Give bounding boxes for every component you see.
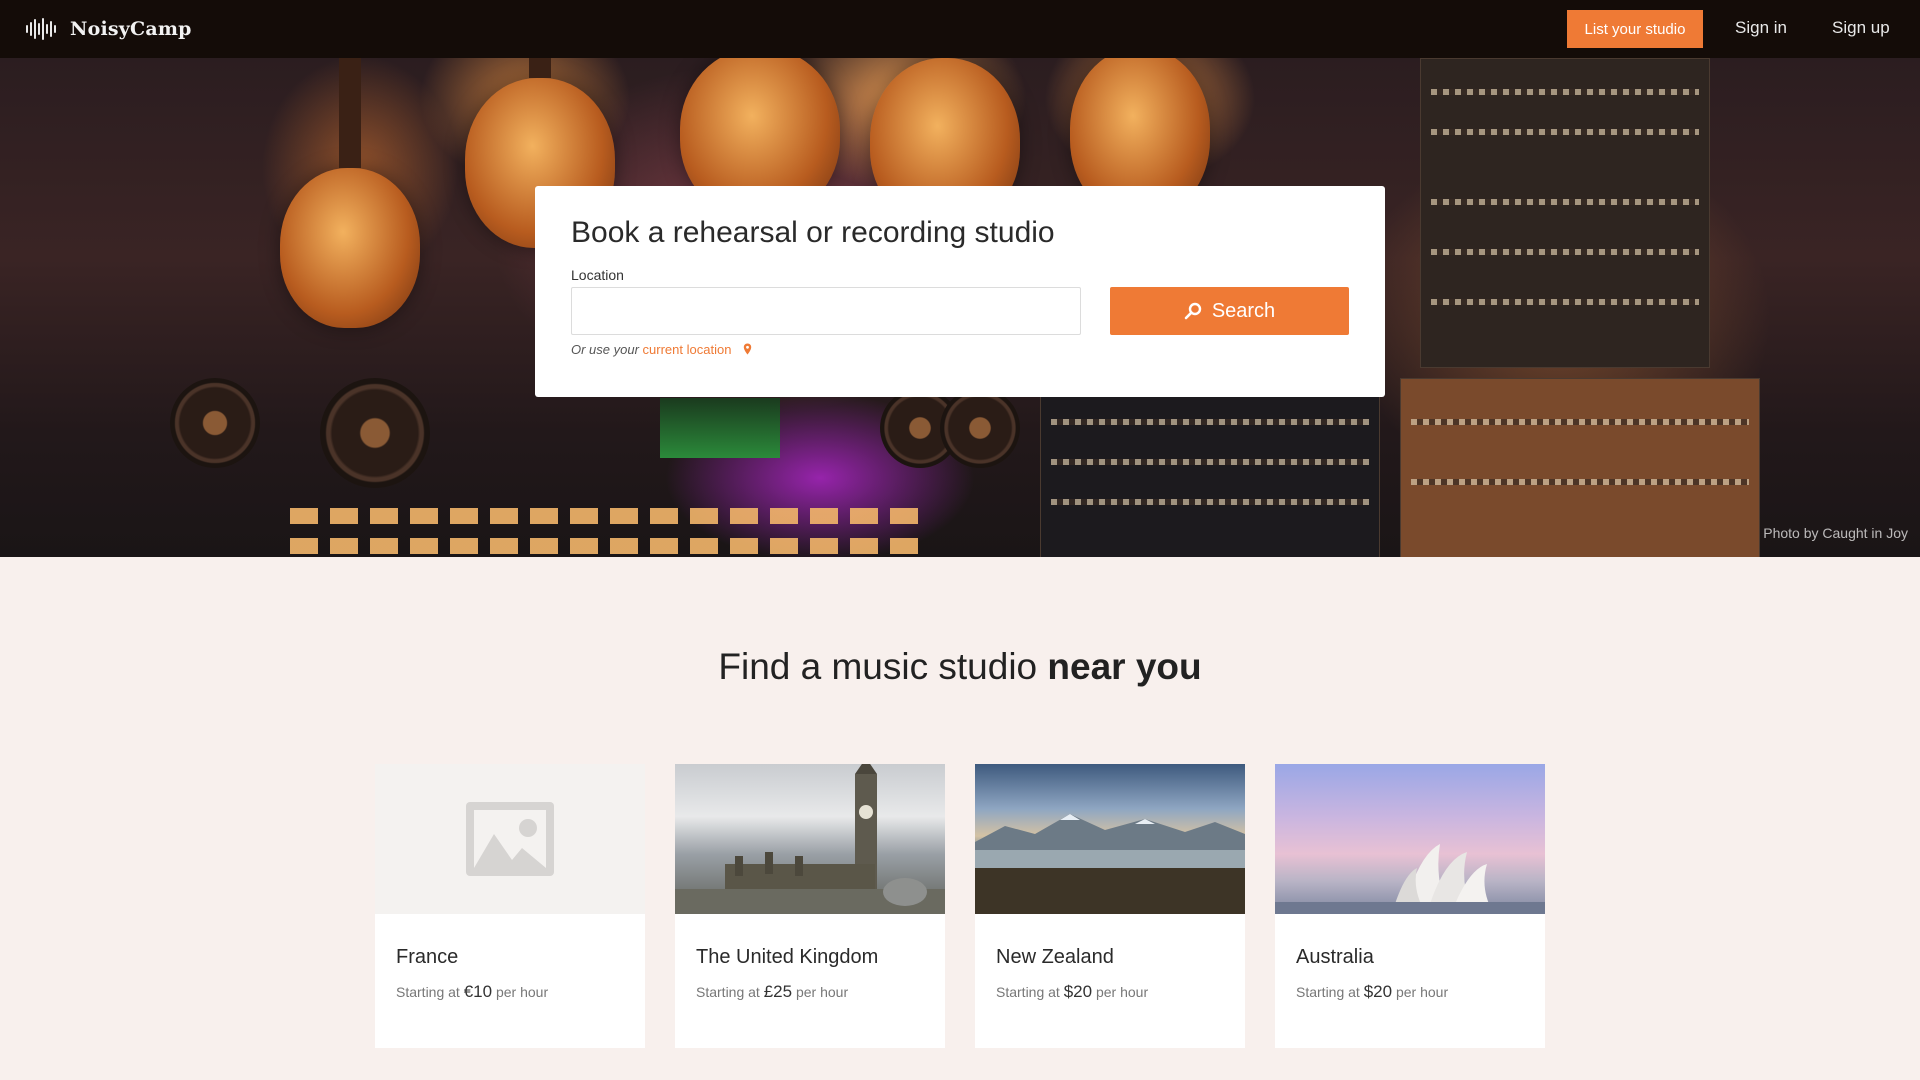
country-card-australia[interactable]: Australia Starting at $20 per hour [1275, 764, 1545, 1048]
price-amount: $20 [1063, 982, 1093, 1001]
top-nav: NoisyCamp List your studio Sign in Sign … [0, 0, 1920, 58]
country-name: New Zealand [996, 946, 1114, 968]
soundwave-icon [26, 18, 56, 40]
price-amount: $20 [1363, 982, 1393, 1001]
country-price: Starting at €10 per hour [396, 982, 548, 1002]
search-icon [1184, 302, 1202, 320]
price-amount: €10 [463, 982, 493, 1001]
country-card-new-zealand[interactable]: New Zealand Starting at $20 per hour [975, 764, 1245, 1048]
price-prefix: Starting at [1296, 984, 1360, 1000]
search-button[interactable]: Search [1110, 287, 1349, 335]
search-card: Book a rehearsal or recording studio Loc… [535, 186, 1385, 397]
sign-up-link[interactable]: Sign up [1832, 18, 1890, 38]
console-keys [290, 538, 930, 554]
country-price: Starting at $20 per hour [996, 982, 1148, 1002]
price-suffix: per hour [795, 984, 849, 1000]
monitor-screen [660, 398, 780, 458]
rack-unit [1400, 378, 1760, 557]
opera-house-illustration [1275, 844, 1545, 914]
mountains-illustration [975, 814, 1245, 914]
search-title: Book a rehearsal or recording studio [571, 216, 1055, 249]
country-card-uk[interactable]: The United Kingdom Starting at £25 per h… [675, 764, 945, 1048]
current-location-label: current location [642, 342, 732, 357]
location-helper: Or use your current location [571, 342, 752, 357]
search-button-label: Search [1211, 299, 1276, 322]
price-suffix: per hour [495, 984, 549, 1000]
location-input[interactable] [571, 287, 1081, 335]
country-price: Starting at $20 per hour [1296, 982, 1448, 1002]
price-prefix: Starting at [696, 984, 760, 1000]
photo-credit: Photo by Caught in Joy [1763, 525, 1908, 541]
lake-mountains-photo [975, 764, 1245, 914]
console-keys [290, 508, 930, 524]
brand-name: NoisyCamp [70, 18, 192, 40]
country-image [375, 764, 645, 914]
price-prefix: Starting at [396, 984, 460, 1000]
map-pin-icon [743, 343, 752, 355]
price-prefix: Starting at [996, 984, 1060, 1000]
big-ben-photo [675, 764, 945, 914]
section-title: Find a music studio near you [0, 646, 1920, 688]
country-price: Starting at £25 per hour [696, 982, 848, 1002]
current-location-link[interactable]: current location [643, 342, 753, 357]
location-label: Location [571, 267, 624, 283]
big-ben-illustration [675, 764, 945, 914]
guitar-shape [280, 58, 420, 328]
placeholder-image-icon [466, 802, 554, 876]
price-suffix: per hour [1395, 984, 1449, 1000]
sydney-opera-house-photo [1275, 764, 1545, 914]
sign-in-link[interactable]: Sign in [1735, 18, 1787, 38]
brand-logo[interactable]: NoisyCamp [26, 18, 192, 40]
price-amount: £25 [763, 982, 793, 1001]
price-suffix: per hour [1095, 984, 1149, 1000]
speaker-shape [170, 378, 260, 468]
country-card-france[interactable]: France Starting at €10 per hour [375, 764, 645, 1048]
speaker-shape [940, 388, 1020, 468]
speaker-shape [320, 378, 430, 488]
country-name: Australia [1296, 946, 1374, 968]
section-title-prefix: Find a music studio [718, 646, 1038, 687]
section-title-bold: near you [1047, 646, 1202, 687]
rack-unit [1420, 58, 1710, 368]
country-name: The United Kingdom [696, 946, 879, 968]
country-name: France [396, 946, 459, 968]
list-your-studio-button[interactable]: List your studio [1567, 10, 1703, 48]
helper-prefix: Or use your [571, 342, 639, 357]
